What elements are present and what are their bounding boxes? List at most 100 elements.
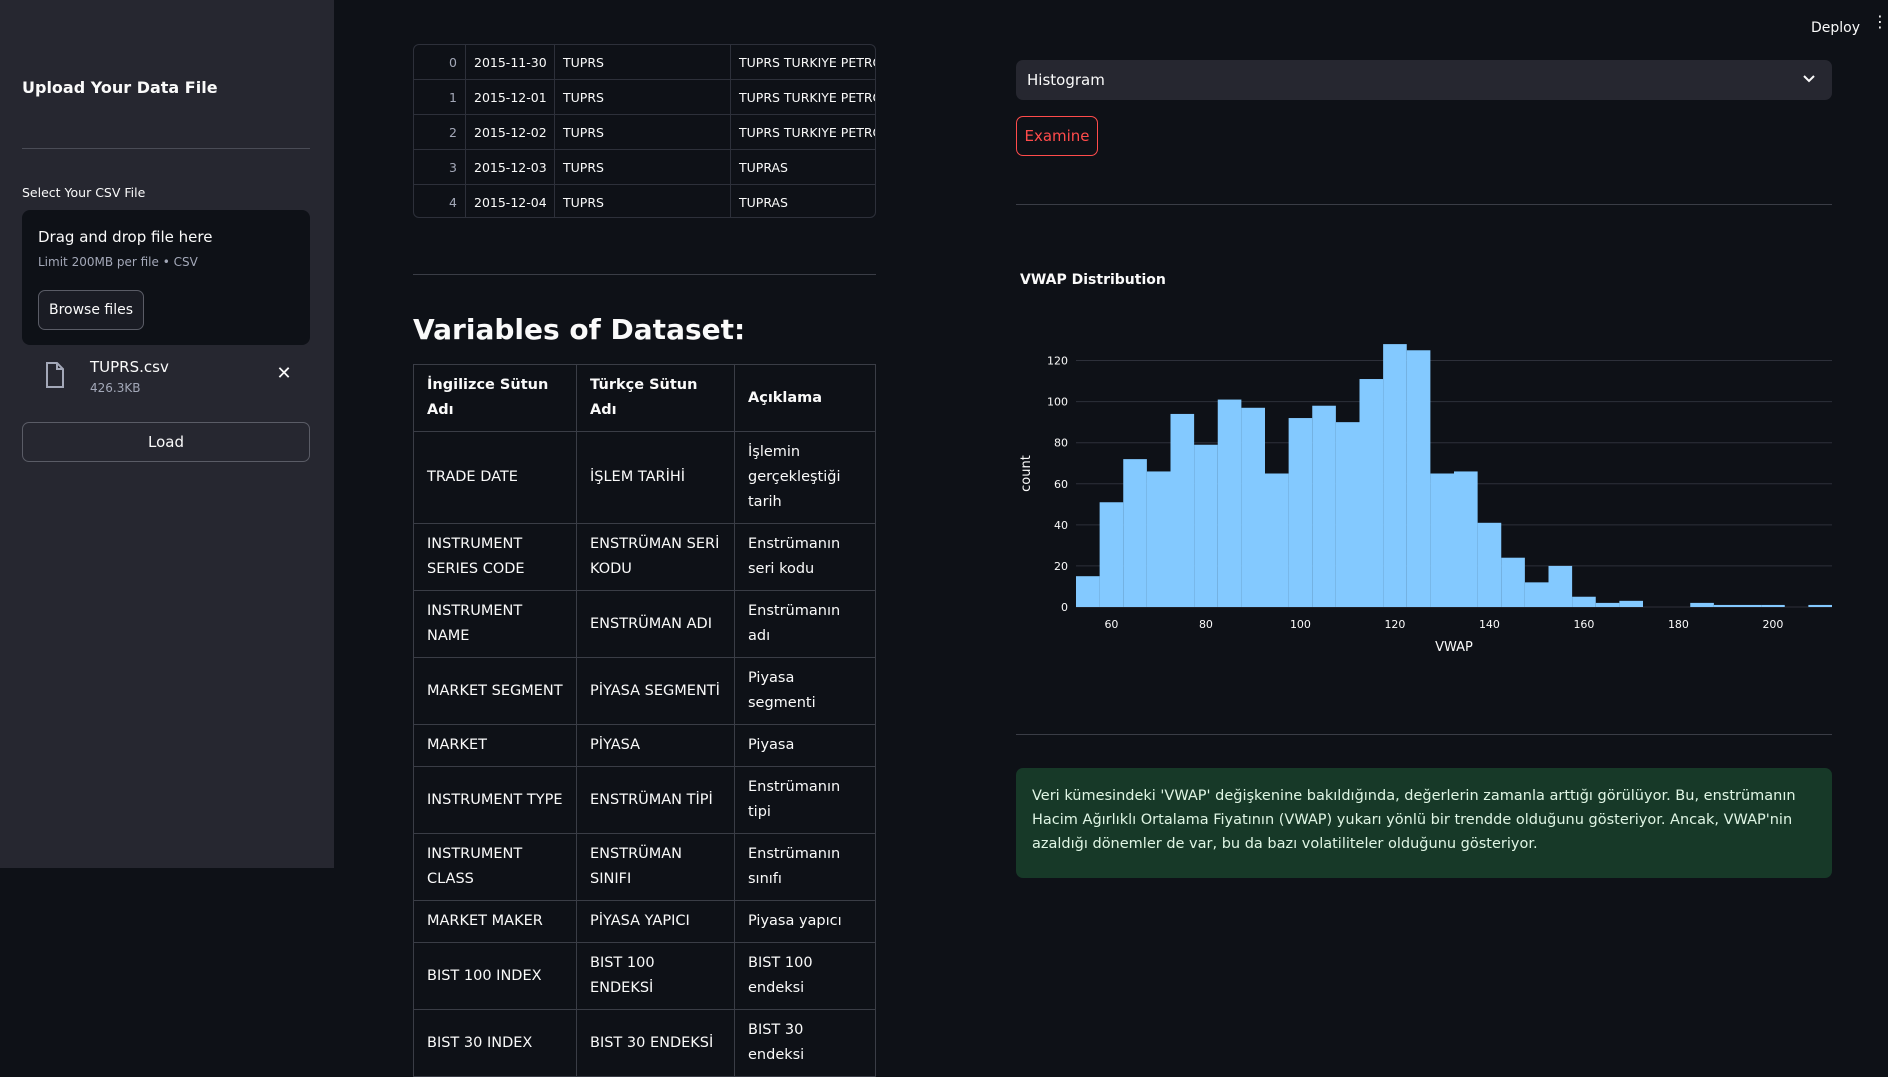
x-tick-label: 140 bbox=[1479, 618, 1500, 631]
table-row: MARKET PİYASA Piyasa bbox=[413, 724, 876, 767]
table-cell: BIST 30 endeksi bbox=[734, 1009, 876, 1077]
file-name: TUPRS.csv bbox=[90, 358, 169, 376]
table-cell: ENSTRÜMAN TİPİ bbox=[576, 766, 735, 834]
examine-button[interactable]: Examine bbox=[1016, 116, 1098, 156]
table-cell: MARKET MAKER bbox=[413, 900, 577, 943]
table-header-row: İngilizce Sütun Adı Türkçe Sütun Adı Açı… bbox=[413, 364, 876, 432]
table-cell: 2015-12-02 bbox=[466, 115, 555, 150]
histogram-bar bbox=[1690, 602, 1714, 607]
histogram-bar bbox=[1383, 344, 1407, 607]
browse-files-button[interactable]: Browse files bbox=[38, 290, 144, 330]
file-icon bbox=[46, 362, 64, 388]
column-header: Türkçe Sütun Adı bbox=[576, 364, 735, 432]
data-preview-table[interactable]: 0 2015-11-30 TUPRS TUPRS TURKIYE PETROL … bbox=[413, 44, 876, 218]
main-menu-icon[interactable]: ⋮ bbox=[1872, 14, 1888, 30]
table-row: INSTRUMENT CLASS ENSTRÜMAN SINIFI Enstrü… bbox=[413, 833, 876, 901]
histogram-bar bbox=[1808, 604, 1832, 607]
table-row: 0 2015-11-30 TUPRS TUPRS TURKIYE PETROL bbox=[414, 45, 876, 80]
table-cell: Piyasa yapıcı bbox=[734, 900, 876, 943]
table-row: MARKET MAKER PİYASA YAPICI Piyasa yapıcı bbox=[413, 900, 876, 943]
table-cell: PİYASA YAPICI bbox=[576, 900, 735, 943]
load-button[interactable]: Load bbox=[22, 422, 310, 462]
histogram-bar bbox=[1713, 604, 1738, 607]
dropzone-title: Drag and drop file here bbox=[38, 228, 213, 246]
histogram-bar bbox=[1241, 407, 1265, 607]
sidebar-divider bbox=[22, 148, 310, 149]
x-tick-label: 200 bbox=[1762, 618, 1783, 631]
table-cell: BIST 30 ENDEKSİ bbox=[576, 1009, 735, 1077]
x-tick-label: 60 bbox=[1104, 618, 1118, 631]
histogram-bar bbox=[1288, 418, 1313, 607]
table-cell: Enstrümanın tipi bbox=[734, 766, 876, 834]
x-axis-label: VWAP bbox=[1435, 640, 1473, 655]
table-cell: MARKET SEGMENT bbox=[413, 657, 577, 725]
uploaded-file: TUPRS.csv 426.3KB ✕ bbox=[22, 352, 310, 402]
section-divider bbox=[1016, 734, 1832, 735]
histogram-bar bbox=[1076, 576, 1100, 607]
histogram-bar bbox=[1099, 502, 1124, 607]
row-index: 1 bbox=[414, 80, 466, 115]
table-row: INSTRUMENT SERIES CODE ENSTRÜMAN SERİ KO… bbox=[413, 523, 876, 591]
variables-heading: Variables of Dataset: bbox=[413, 313, 746, 346]
y-axis-label: count bbox=[1019, 455, 1034, 492]
y-tick-label: 60 bbox=[1054, 478, 1068, 491]
row-index: 0 bbox=[414, 45, 466, 80]
y-tick-label: 120 bbox=[1047, 355, 1068, 368]
x-tick-label: 120 bbox=[1384, 618, 1405, 631]
table-cell: TUPRS bbox=[555, 115, 731, 150]
vwap-histogram[interactable]: 0 20 40 60 80 100 120 60 80 100 120 140 160 180 200 VWA… bbox=[1016, 340, 1836, 670]
table-cell: 2015-12-03 bbox=[466, 150, 555, 185]
histogram-bar bbox=[1501, 557, 1525, 607]
file-dropzone[interactable]: Drag and drop file here Limit 200MB per … bbox=[22, 210, 310, 345]
histogram-bar bbox=[1146, 471, 1171, 607]
column-header: İngilizce Sütun Adı bbox=[413, 364, 577, 432]
histogram-bar bbox=[1430, 473, 1454, 607]
histogram-bar bbox=[1524, 582, 1549, 607]
table-cell: Enstrümanın sınıfı bbox=[734, 833, 876, 901]
table-cell: 2015-12-04 bbox=[466, 185, 555, 217]
table-cell: TUPRS bbox=[555, 185, 731, 217]
histogram-bar bbox=[1359, 379, 1384, 607]
table-cell: INSTRUMENT NAME bbox=[413, 590, 577, 658]
table-cell: INSTRUMENT CLASS bbox=[413, 833, 577, 901]
x-tick-label: 100 bbox=[1290, 618, 1311, 631]
row-index: 3 bbox=[414, 150, 466, 185]
row-index: 4 bbox=[414, 185, 466, 217]
histogram-bar bbox=[1265, 473, 1289, 607]
dropzone-limit: Limit 200MB per file • CSV bbox=[38, 255, 198, 269]
histogram-bar bbox=[1217, 399, 1242, 607]
table-row: MARKET SEGMENT PİYASA SEGMENTİ Piyasa se… bbox=[413, 657, 876, 725]
chart-type-select[interactable]: Histogram bbox=[1016, 60, 1832, 100]
table-cell: 2015-12-01 bbox=[466, 80, 555, 115]
y-tick-label: 40 bbox=[1054, 519, 1068, 532]
table-cell: İŞLEM TARİHİ bbox=[576, 431, 735, 524]
histogram-bar bbox=[1761, 604, 1785, 607]
histogram-bar bbox=[1619, 600, 1643, 607]
column-header: Açıklama bbox=[734, 364, 876, 432]
histogram-bar bbox=[1548, 565, 1573, 607]
table-cell: Enstrümanın adı bbox=[734, 590, 876, 658]
table-cell: PİYASA bbox=[576, 724, 735, 767]
histogram-bar bbox=[1312, 405, 1336, 607]
table-row: INSTRUMENT NAME ENSTRÜMAN ADI Enstrümanı… bbox=[413, 590, 876, 658]
table-cell: TUPRS TURKIYE PETROL bbox=[739, 55, 876, 70]
table-row: BIST 100 INDEX BIST 100 ENDEKSİ BIST 100… bbox=[413, 942, 876, 1010]
table-row: TRADE DATE İŞLEM TARİHİ İşlemin gerçekle… bbox=[413, 431, 876, 524]
csv-file-label: Select Your CSV File bbox=[22, 185, 146, 200]
table-cell: Piyasa segmenti bbox=[734, 657, 876, 725]
row-index: 2 bbox=[414, 115, 466, 150]
table-cell: İşlemin gerçekleştiği tarih bbox=[734, 431, 876, 524]
table-cell: TUPRS bbox=[555, 80, 731, 115]
y-tick-label: 0 bbox=[1061, 601, 1068, 614]
close-icon[interactable]: ✕ bbox=[274, 364, 294, 384]
table-cell: TUPRAS bbox=[739, 160, 788, 175]
table-cell: ENSTRÜMAN SERİ KODU bbox=[576, 523, 735, 591]
histogram-bar bbox=[1335, 422, 1360, 607]
histogram-bar bbox=[1194, 444, 1218, 607]
table-cell: TUPRS TURKIYE PETROL bbox=[739, 90, 876, 105]
table-row: 4 2015-12-04 TUPRS TUPRAS bbox=[414, 185, 875, 217]
deploy-button[interactable]: Deploy bbox=[1811, 20, 1860, 36]
table-cell: TRADE DATE bbox=[413, 431, 577, 524]
sidebar-title: Upload Your Data File bbox=[22, 78, 218, 97]
table-cell: INSTRUMENT SERIES CODE bbox=[413, 523, 577, 591]
